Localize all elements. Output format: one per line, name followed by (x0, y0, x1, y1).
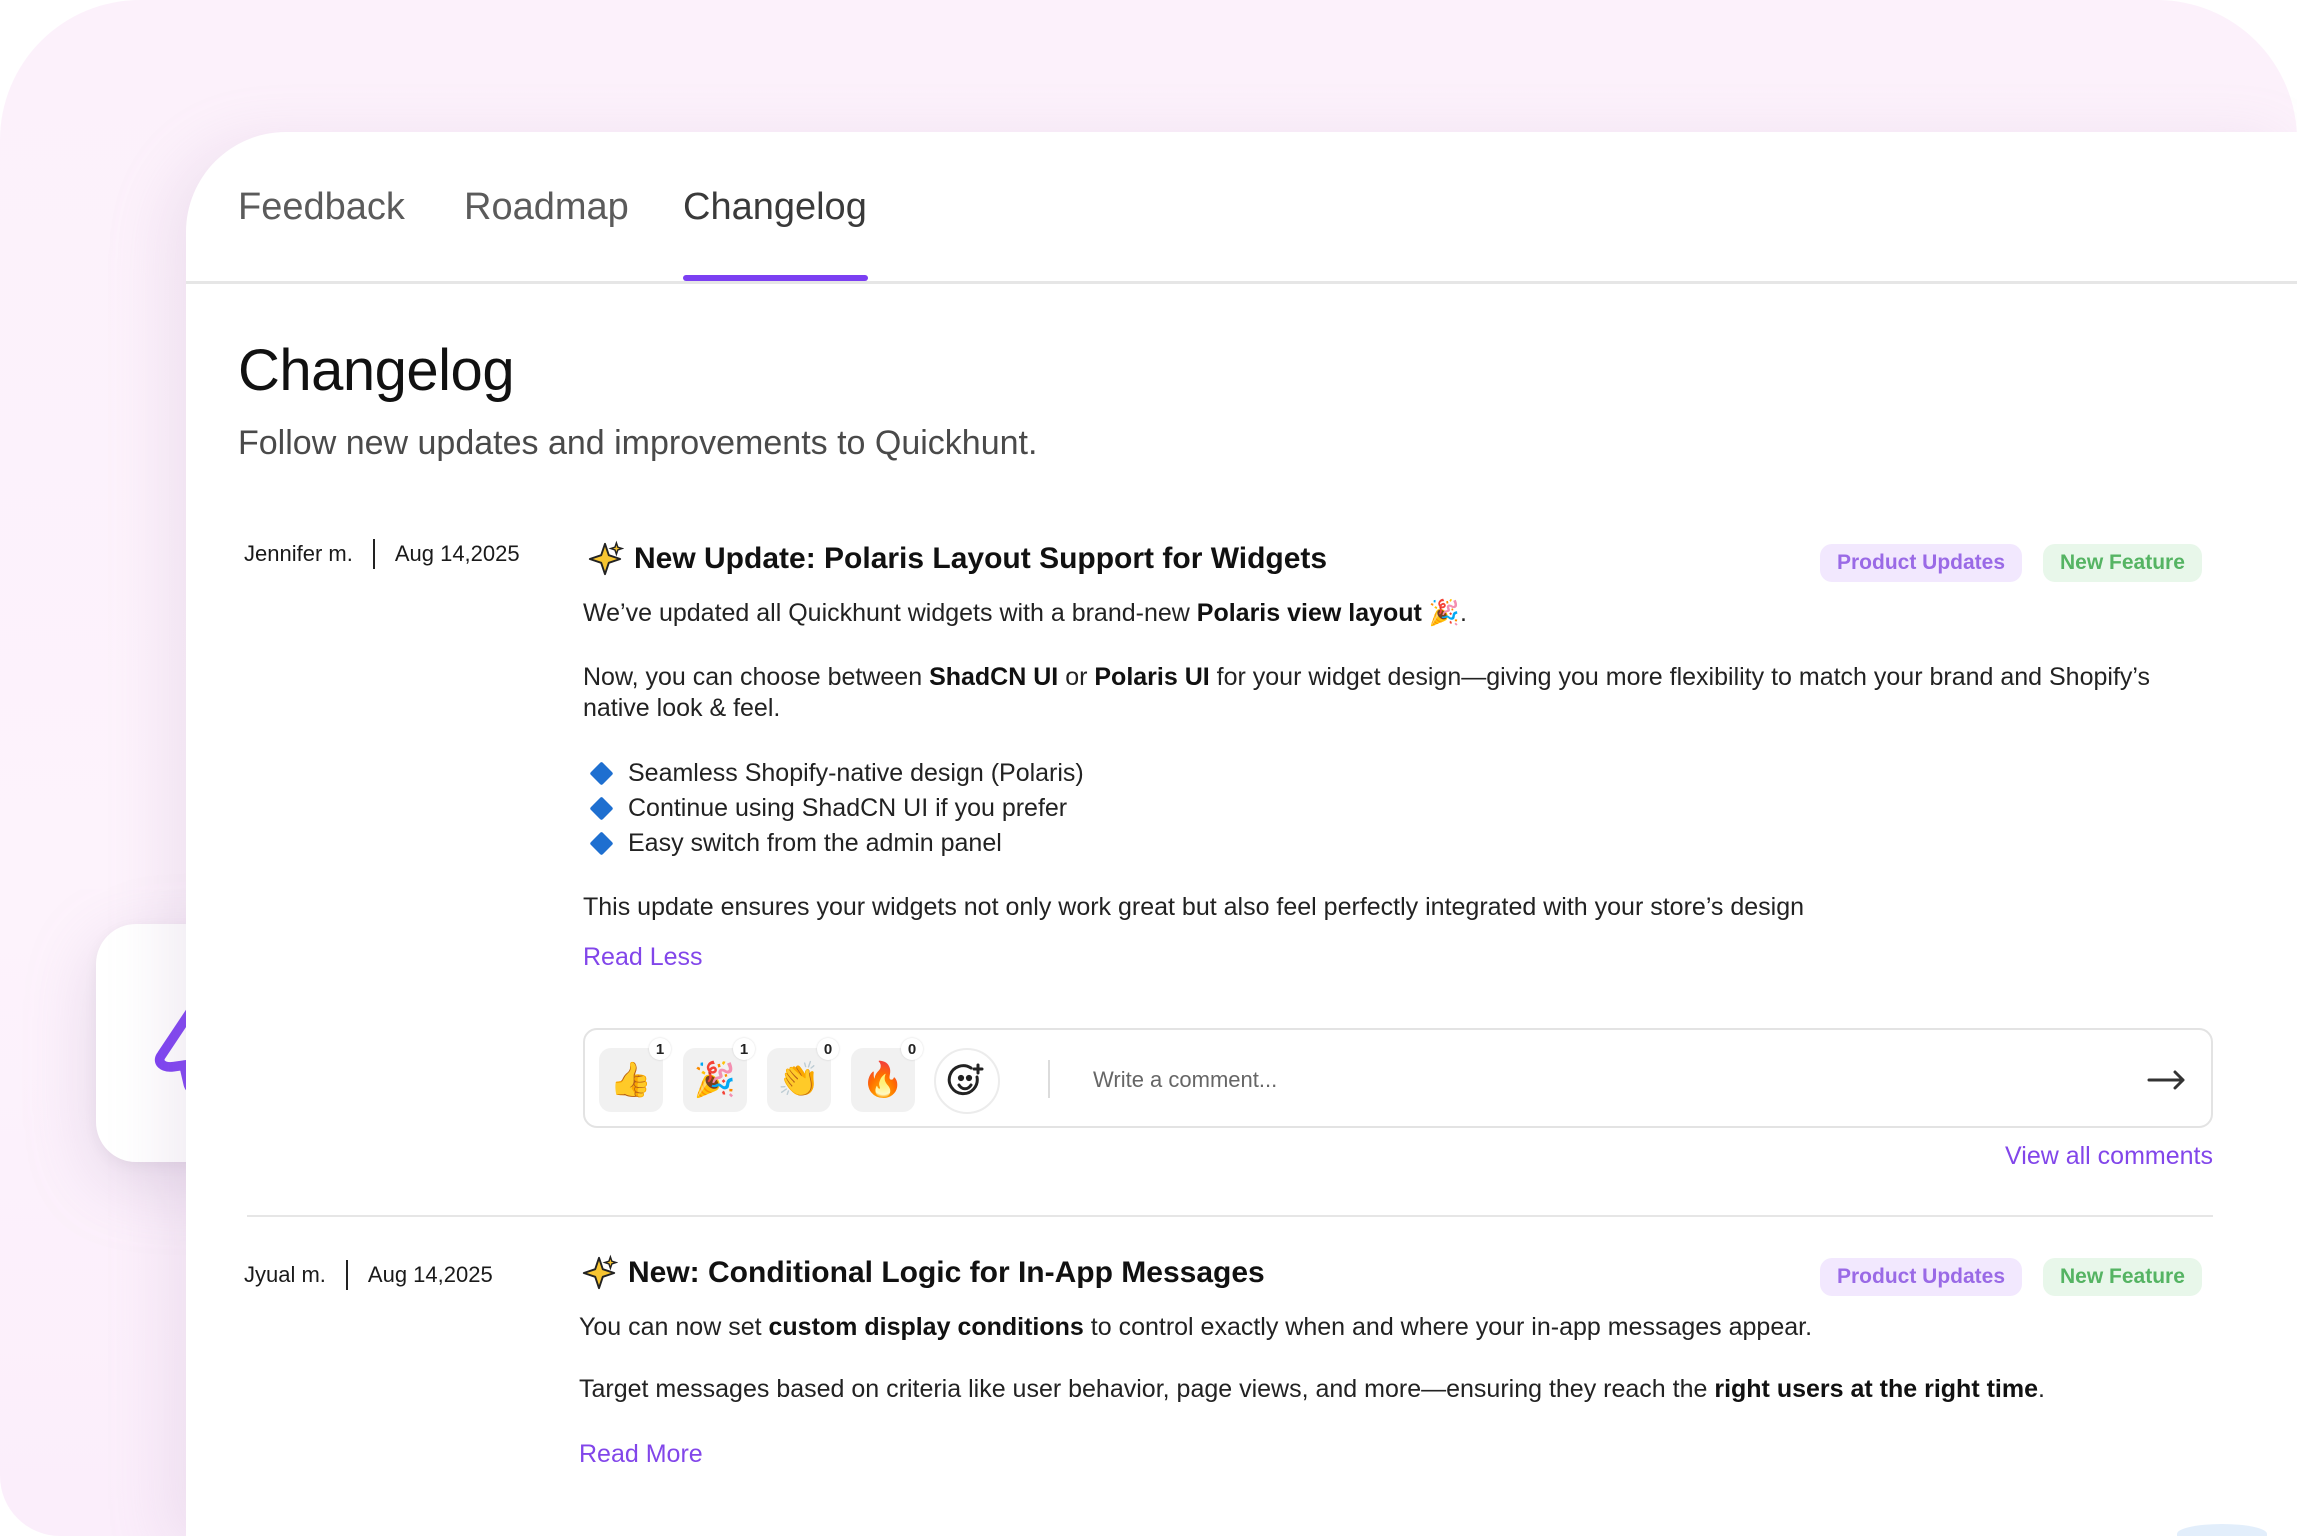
reaction-count: 1 (649, 1038, 671, 1060)
reaction-count: 1 (733, 1038, 755, 1060)
decorative-shape (2177, 1524, 2267, 1536)
tag-product-updates[interactable]: Product Updates (1820, 1258, 2023, 1296)
post-date: Aug 14,2025 (367, 1262, 493, 1287)
tag-new-feature[interactable]: New Feature (2043, 1258, 2202, 1296)
divider (1048, 1060, 1050, 1098)
reaction-fire[interactable]: 🔥 0 (851, 1038, 923, 1112)
tab-changelog[interactable]: Changelog (683, 186, 867, 229)
comment-input[interactable] (1093, 1060, 1993, 1100)
reaction-count: 0 (817, 1038, 839, 1060)
post-title-text[interactable]: New: Conditional Logic for In-App Messag… (628, 1256, 1265, 1290)
post-meta: Jyual m. Aug 14,2025 (244, 1260, 493, 1290)
changelog-panel: Feedback Roadmap Changelog Changelog Fol… (186, 132, 2297, 1536)
sparkles-icon (582, 1254, 618, 1290)
diamond-bullet-icon (589, 761, 614, 786)
post-meta: Jennifer m. Aug 14,2025 (244, 539, 520, 569)
post-author: Jennifer m. (244, 541, 353, 566)
clapping-hands-icon: 👏 (777, 1061, 821, 1099)
party-popper-icon: 🎉 (1428, 599, 1460, 627)
view-all-comments-link[interactable]: View all comments (2005, 1142, 2213, 1171)
reaction-clapping-hands[interactable]: 👏 0 (767, 1038, 839, 1112)
post-intro: You can now set custom display condition… (579, 1313, 1813, 1341)
list-item: Easy switch from the admin panel (583, 829, 1002, 858)
list-item: Continue using ShadCN UI if you prefer (583, 794, 1067, 823)
post-closing: This update ensures your widgets not onl… (583, 893, 1805, 921)
sparkles-icon (588, 540, 624, 576)
fire-icon: 🔥 (861, 1061, 905, 1099)
reaction-party-popper[interactable]: 🎉 1 (683, 1038, 755, 1112)
read-less-link[interactable]: Read Less (583, 943, 703, 972)
send-arrow-icon[interactable] (2143, 1058, 2189, 1102)
reaction-count: 0 (901, 1038, 923, 1060)
smiley-plus-icon (947, 1063, 984, 1096)
post-body: Now, you can choose between ShadCN UI or… (583, 663, 2150, 722)
tab-roadmap[interactable]: Roadmap (464, 186, 629, 229)
post-body: Target messages based on criteria like u… (579, 1375, 2045, 1403)
tag-product-updates[interactable]: Product Updates (1820, 544, 2023, 582)
post-title-text[interactable]: New Update: Polaris Layout Support for W… (634, 542, 1327, 576)
tab-bar: Feedback Roadmap Changelog (186, 132, 2297, 284)
list-item: Seamless Shopify-native design (Polaris) (583, 759, 1084, 788)
post-date: Aug 14,2025 (394, 541, 520, 566)
post-author: Jyual m. (244, 1262, 326, 1287)
diamond-bullet-icon (589, 831, 614, 856)
diamond-bullet-icon (589, 796, 614, 821)
meta-separator (372, 539, 375, 569)
post-intro: We’ve updated all Quickhunt widgets with… (583, 599, 1467, 627)
read-more-link[interactable]: Read More (579, 1440, 703, 1469)
reaction-thumbs-up[interactable]: 👍 1 (599, 1038, 671, 1112)
post-divider (247, 1215, 2213, 1217)
active-tab-indicator (683, 275, 868, 281)
page-subtitle: Follow new updates and improvements to Q… (238, 424, 1038, 462)
page-title: Changelog (238, 338, 515, 403)
tag-new-feature[interactable]: New Feature (2043, 544, 2202, 582)
post-title: New Update: Polaris Layout Support for W… (586, 540, 1327, 578)
comment-bar: 👍 1 🎉 1 👏 0 🔥 0 (583, 1028, 2213, 1128)
add-reaction-button[interactable] (934, 1048, 1000, 1114)
thumbs-up-icon: 👍 (609, 1061, 653, 1099)
party-popper-icon: 🎉 (693, 1061, 737, 1099)
post-title: New: Conditional Logic for In-App Messag… (580, 1254, 1265, 1292)
tab-feedback[interactable]: Feedback (238, 186, 405, 229)
meta-separator (345, 1260, 348, 1290)
